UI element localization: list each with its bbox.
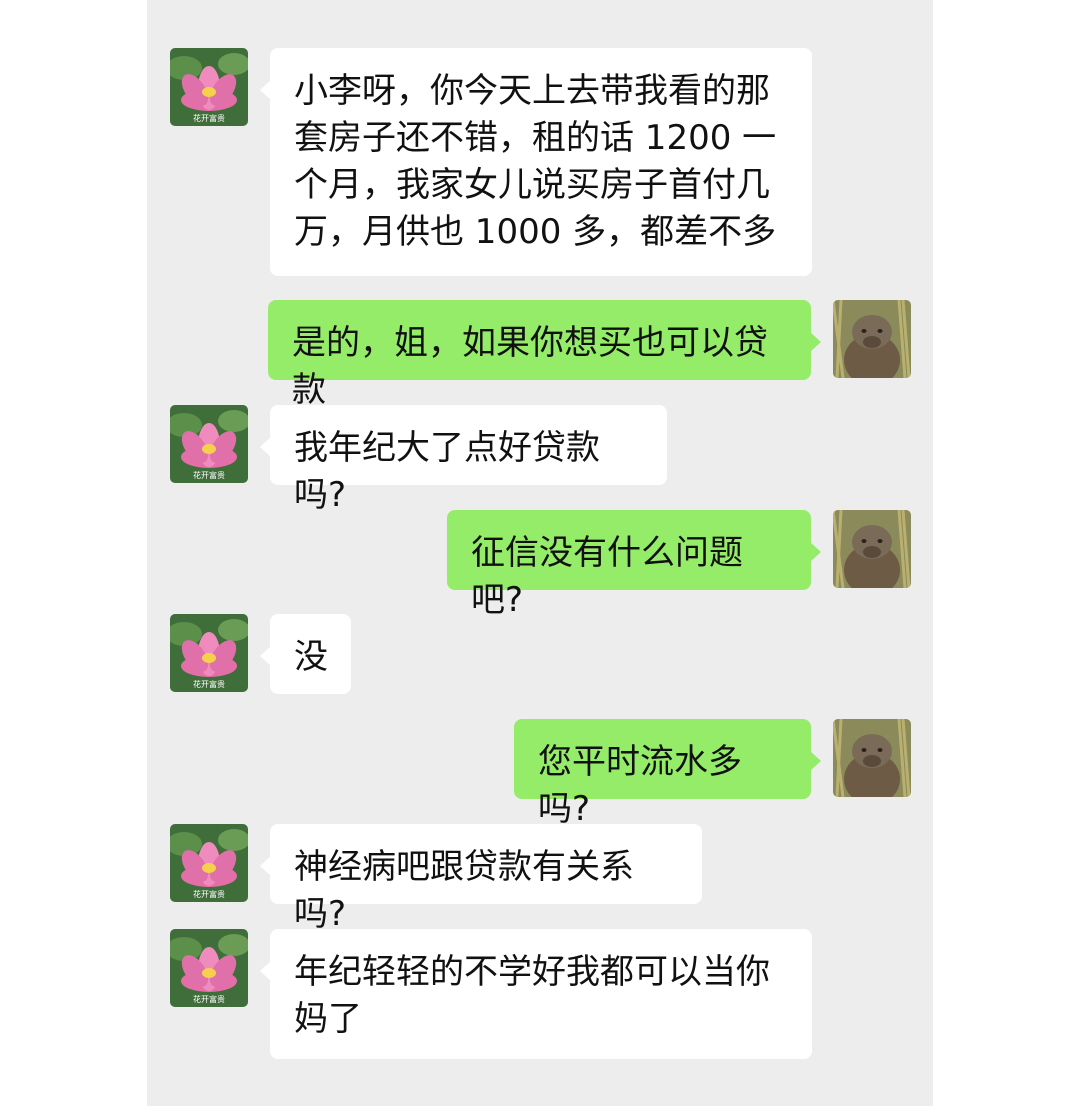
- lotus-flower-icon: 花开富贵: [170, 824, 248, 902]
- message-text: 小李呀，你今天上去带我看的那套房子还不错，租的话 1200 一个月，我家女儿说买…: [294, 71, 777, 252]
- avatar-caption: 花开富贵: [193, 889, 225, 899]
- message-row-incoming: 花开富贵 神经病吧跟贷款有关系吗?: [147, 824, 933, 934]
- lotus-flower-icon: 花开富贵: [170, 405, 248, 483]
- contact-avatar[interactable]: 花开富贵: [170, 824, 248, 902]
- avatar-caption: 花开富贵: [193, 470, 225, 480]
- contact-avatar[interactable]: 花开富贵: [170, 614, 248, 692]
- contact-avatar[interactable]: 花开富贵: [170, 929, 248, 1007]
- contact-avatar[interactable]: 花开富贵: [170, 405, 248, 483]
- message-row-outgoing: 征信没有什么问题吧?: [147, 510, 933, 620]
- chat-area[interactable]: 花开富贵 小李呀，你今天上去带我看的那套房子还不错，租的话 1200 一个月，我…: [147, 0, 933, 1106]
- message-bubble[interactable]: 没: [260, 614, 351, 694]
- message-text: 我年纪大了点好贷款吗?: [294, 428, 600, 515]
- my-avatar[interactable]: [833, 300, 911, 378]
- message-row-incoming: 花开富贵 我年纪大了点好贷款吗?: [147, 405, 933, 515]
- message-row-incoming: 花开富贵 没: [147, 614, 933, 694]
- capybara-avatar-icon: [833, 300, 911, 378]
- message-text: 您平时流水多吗?: [538, 742, 742, 829]
- message-text: 神经病吧跟贷款有关系吗?: [294, 847, 634, 934]
- message-row-incoming: 花开富贵 小李呀，你今天上去带我看的那套房子还不错，租的话 1200 一个月，我…: [147, 48, 933, 276]
- lotus-flower-icon: 花开富贵: [170, 48, 248, 126]
- message-text: 是的，姐，如果你想买也可以贷款: [292, 323, 768, 410]
- message-bubble[interactable]: 征信没有什么问题吧?: [447, 510, 821, 620]
- message-bubble[interactable]: 您平时流水多吗?: [514, 719, 821, 829]
- my-avatar[interactable]: [833, 719, 911, 797]
- capybara-avatar-icon: [833, 719, 911, 797]
- message-bubble[interactable]: 是的，姐，如果你想买也可以贷款: [268, 300, 821, 410]
- message-bubble[interactable]: 年纪轻轻的不学好我都可以当你妈了: [260, 929, 812, 1059]
- avatar-caption: 花开富贵: [193, 679, 225, 689]
- message-bubble[interactable]: 我年纪大了点好贷款吗?: [260, 405, 667, 515]
- message-row-outgoing: 您平时流水多吗?: [147, 719, 933, 829]
- message-text: 没: [294, 637, 328, 677]
- message-text: 征信没有什么问题吧?: [471, 533, 743, 620]
- contact-avatar[interactable]: 花开富贵: [170, 48, 248, 126]
- lotus-flower-icon: 花开富贵: [170, 929, 248, 1007]
- lotus-flower-icon: 花开富贵: [170, 614, 248, 692]
- message-row-outgoing: 是的，姐，如果你想买也可以贷款: [147, 300, 933, 410]
- avatar-caption: 花开富贵: [193, 994, 225, 1004]
- message-bubble[interactable]: 小李呀，你今天上去带我看的那套房子还不错，租的话 1200 一个月，我家女儿说买…: [260, 48, 812, 276]
- capybara-avatar-icon: [833, 510, 911, 588]
- avatar-caption: 花开富贵: [193, 113, 225, 123]
- my-avatar[interactable]: [833, 510, 911, 588]
- message-text: 年纪轻轻的不学好我都可以当你妈了: [294, 952, 770, 1039]
- message-bubble[interactable]: 神经病吧跟贷款有关系吗?: [260, 824, 702, 934]
- message-row-incoming: 花开富贵 年纪轻轻的不学好我都可以当你妈了: [147, 929, 933, 1059]
